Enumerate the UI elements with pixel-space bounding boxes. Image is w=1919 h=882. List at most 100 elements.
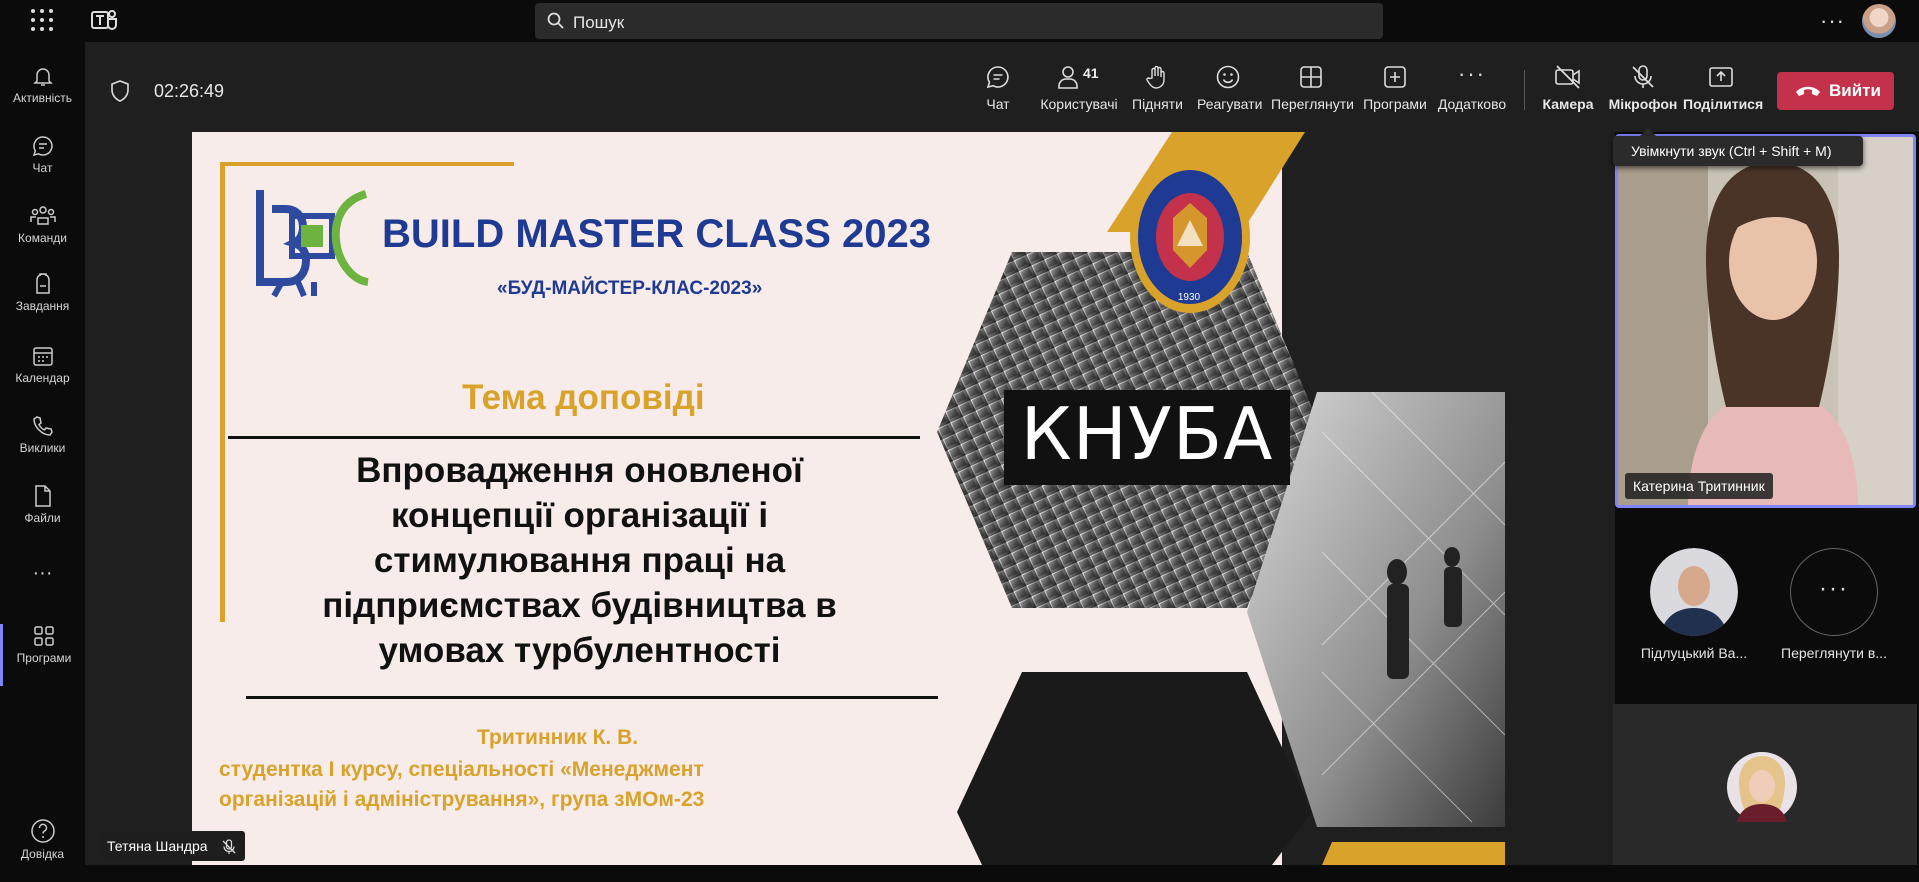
sidebar-item-label: Довідка	[20, 847, 65, 861]
share-label: Поділитися	[1683, 96, 1764, 112]
raise-hand-label: Підняти	[1132, 96, 1183, 112]
participant-count: 41	[1083, 65, 1099, 81]
shared-slide: BUILD MASTER CLASS 2023 «БУД-МАЙСТЕР-КЛА…	[192, 132, 1505, 865]
participant-name: Підлуцький Ва...	[1640, 645, 1748, 661]
participant-avatar[interactable]	[1650, 548, 1738, 636]
raise-hand-icon	[1146, 65, 1165, 89]
sidebar-item-label: Чат	[32, 161, 53, 175]
more-apps-icon[interactable]: ···	[0, 562, 85, 585]
shield-icon[interactable]	[110, 80, 130, 102]
more-icon: ···	[1819, 575, 1849, 602]
participant-avatar	[1727, 752, 1797, 822]
speaker-video-frame	[1618, 137, 1913, 505]
presenter-name: Тетяна Шандра	[107, 838, 208, 854]
topic-line: умовах турбулентності	[378, 631, 781, 670]
sidebar-item-label: Календар	[15, 371, 70, 385]
hang-up-icon	[1796, 86, 1820, 96]
sidebar-item-help[interactable]: Довідка	[0, 818, 85, 882]
participant-tile[interactable]	[1613, 704, 1917, 865]
react-button[interactable]: Реагувати	[1197, 64, 1263, 112]
share-button[interactable]: Поділитися	[1683, 64, 1764, 112]
file-icon	[34, 485, 51, 507]
react-label: Реагувати	[1197, 96, 1263, 112]
sidebar-item-label: Програми	[16, 651, 72, 665]
chat-icon	[32, 136, 53, 157]
slide-topic: Впровадження оновленої концепції організ…	[272, 448, 887, 673]
slide-topic-heading: Тема доповіді	[462, 378, 705, 417]
leave-label: Вийти	[1829, 81, 1881, 100]
sidebar-item-label: Виклики	[19, 441, 66, 455]
apps-icon	[34, 626, 54, 646]
slide-author-description: студентка I курсу, спеціальності «Менедж…	[219, 755, 704, 815]
slide-author: Тритинник К. В.	[477, 726, 639, 749]
top-bar: Пошук ···	[0, 0, 1919, 42]
sidebar-item-apps[interactable]: Програми	[0, 624, 85, 686]
speaker-name-tag: Катерина Тритинник	[1625, 473, 1773, 499]
people-button[interactable]: 41 Користувачі	[1036, 64, 1122, 112]
more-label: Додатково	[1437, 96, 1507, 112]
left-rail: Активність Чат Команди Завдання Календар…	[0, 42, 85, 865]
sidebar-item-calendar[interactable]: Календар	[0, 344, 85, 408]
sidebar-item-activity[interactable]: Активність	[0, 64, 85, 128]
topic-line: концепції організації і	[390, 496, 769, 535]
chat-button[interactable]: Чат	[978, 64, 1018, 112]
backpack-icon	[35, 273, 50, 294]
more-actions-button[interactable]: ··· Додатково	[1436, 61, 1508, 113]
camera-button[interactable]: Камера	[1540, 64, 1596, 112]
sidebar-item-calls[interactable]: Виклики	[0, 414, 85, 478]
divider-line	[246, 696, 938, 699]
sidebar-item-label: Файли	[24, 511, 61, 525]
topic-line: стимулювання праці на	[373, 541, 786, 580]
teams-logo-icon	[91, 10, 117, 30]
knuba-label: КНУБА	[1020, 392, 1274, 476]
calendar-icon	[32, 347, 53, 366]
sidebar-item-files[interactable]: Файли	[0, 484, 85, 548]
app-launcher-icon[interactable]	[30, 8, 54, 32]
author-desc-line: організацій і адміністрування», група зМ…	[219, 788, 705, 811]
chat-label: Чат	[986, 96, 1010, 112]
presenter-name-tag: Тетяна Шандра	[99, 831, 246, 861]
slide-title: BUILD MASTER CLASS 2023	[382, 212, 931, 256]
raise-hand-button[interactable]: Підняти	[1132, 64, 1183, 112]
share-icon	[1709, 67, 1733, 87]
tooltip-arrow	[1640, 128, 1656, 136]
microphone-button[interactable]: Мікрофон	[1606, 64, 1680, 112]
more-icon: ···	[1458, 61, 1486, 86]
search-icon	[547, 12, 564, 29]
help-icon	[30, 819, 55, 843]
search-input[interactable]: Пошук	[535, 3, 1383, 39]
divider-line	[228, 436, 920, 439]
slide-subtitle: «БУД-МАЙСТЕР-КЛАС-2023»	[497, 278, 763, 299]
chat-icon	[986, 66, 1009, 89]
emoji-icon	[1216, 65, 1240, 89]
mic-off-icon	[223, 839, 236, 855]
apps-label: Програми	[1363, 96, 1427, 112]
topic-line: Впровадження оновленої	[356, 451, 803, 490]
sidebar-item-assignments[interactable]: Завдання	[0, 272, 85, 336]
more-options-icon[interactable]: ···	[1820, 8, 1845, 34]
slide-frame-left	[220, 162, 225, 622]
mic-tooltip: Увімкнути звук (Ctrl + Shift + M)	[1613, 136, 1863, 166]
toolbar-divider	[1524, 70, 1525, 110]
search-placeholder: Пошук	[573, 13, 625, 32]
add-app-icon	[1384, 66, 1406, 88]
sidebar-item-teams[interactable]: Команди	[0, 204, 85, 268]
camera-label: Камера	[1542, 96, 1594, 112]
people-label: Користувачі	[1040, 96, 1118, 112]
author-desc-line: студентка I курсу, спеціальності «Менедж…	[219, 758, 704, 781]
leave-button[interactable]: Вийти	[1777, 72, 1894, 110]
people-icon	[1058, 66, 1078, 89]
view-all-button[interactable]: ···	[1790, 548, 1878, 636]
active-speaker-video[interactable]	[1615, 134, 1916, 508]
view-button[interactable]: Переглянути	[1271, 64, 1354, 112]
topic-line: підприємствах будівництва в	[322, 586, 837, 625]
bell-icon	[32, 68, 53, 86]
teams-icon	[29, 206, 56, 225]
user-avatar[interactable]	[1862, 4, 1896, 38]
apps-button[interactable]: Програми	[1353, 64, 1437, 112]
sidebar-item-chat[interactable]: Чат	[0, 134, 85, 198]
microphone-label: Мікрофон	[1608, 96, 1678, 112]
layout-icon	[1300, 66, 1322, 88]
camera-off-icon	[1555, 65, 1580, 89]
seal-year: 1930	[1177, 292, 1201, 303]
